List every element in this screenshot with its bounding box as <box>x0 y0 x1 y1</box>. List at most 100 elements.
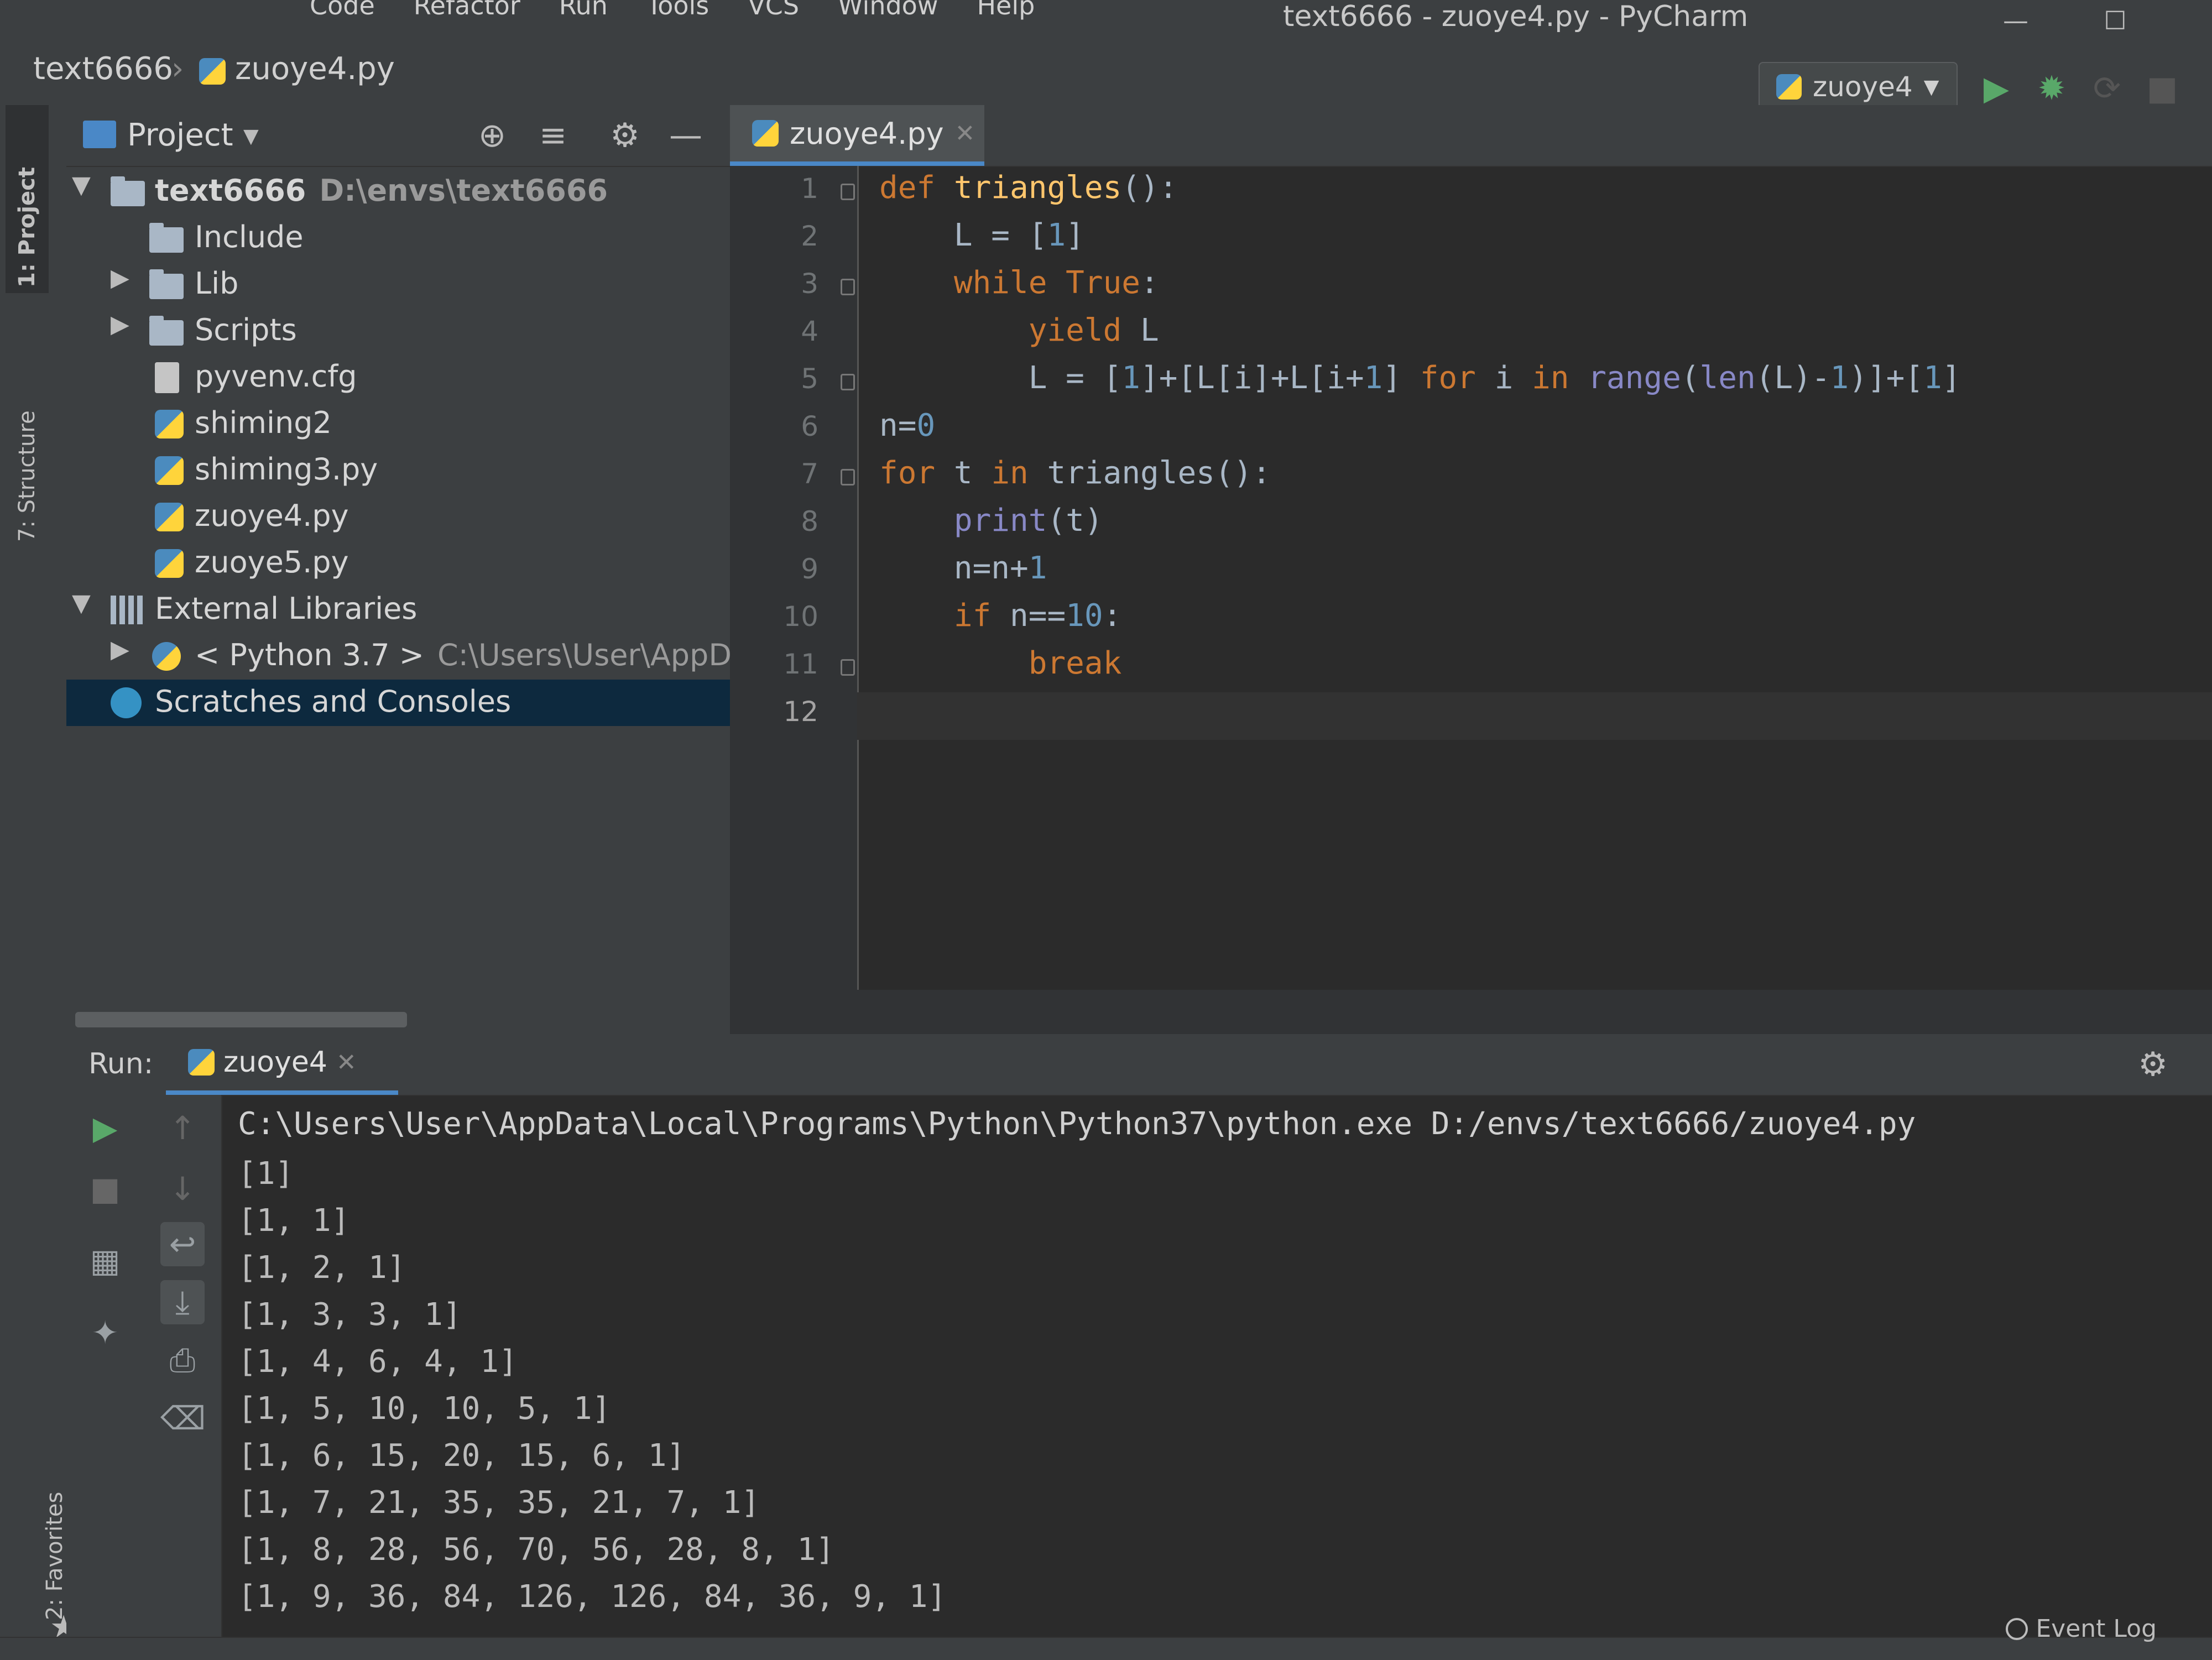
arrow-up-icon[interactable]: ↑ <box>160 1106 205 1150</box>
console-line: [1] <box>238 1156 294 1192</box>
python-icon <box>1776 74 1802 100</box>
collapse-all-icon[interactable]: ≡ <box>531 116 575 155</box>
tree-item-lib[interactable]: ▶ Lib <box>66 262 730 308</box>
tree-item-label: shiming2 <box>195 405 332 440</box>
tree-item-label: < Python 3.7 > <box>195 638 425 672</box>
event-log-button[interactable]: Event Log <box>2006 1615 2157 1643</box>
run-icon[interactable]: ▶ <box>1974 66 2018 111</box>
line-number: 12 <box>783 696 818 728</box>
tree-item-pyvenv-cfg[interactable]: pyvenv.cfg <box>66 354 730 401</box>
editor: zuoye4.py ✕ 1 2 3 4 5 6 7 8 9 10 11 12 d… <box>730 105 2212 1034</box>
tree-item-include[interactable]: Include <box>66 215 730 262</box>
navigation-bar: text6666 › zuoye4.py zuoye4 ▼ ▶ ✹ ⟳ ■ <box>0 39 2212 112</box>
project-view-icon <box>83 121 116 148</box>
stop-icon[interactable]: ■ <box>2140 66 2184 111</box>
menu-item-run[interactable]: Run <box>559 0 608 39</box>
tree-item-label: Scratches and Consoles <box>155 684 512 719</box>
fold-marker-icon[interactable] <box>841 659 855 676</box>
arrow-down-icon[interactable]: ↓ <box>160 1167 205 1211</box>
gear-icon[interactable]: ⚙ <box>2138 1045 2168 1084</box>
code-line: break <box>1028 645 1122 681</box>
chevron-down-icon: ▼ <box>1923 75 1939 98</box>
console-line: [1, 4, 6, 4, 1] <box>238 1344 518 1380</box>
close-icon[interactable]: ✕ <box>955 119 975 148</box>
menu-item-window[interactable]: Window <box>838 0 938 39</box>
tree-item-scripts[interactable]: ▶ Scripts <box>66 308 730 354</box>
layout-icon[interactable]: ▦ <box>83 1239 127 1283</box>
pin-icon[interactable]: ✦ <box>83 1311 127 1355</box>
console-line: [1, 9, 36, 84, 126, 126, 84, 36, 9, 1] <box>238 1579 947 1615</box>
tree-item-shiming2[interactable]: shiming2 <box>66 401 730 447</box>
run-tab-zuoye4[interactable]: zuoye4 ✕ <box>166 1034 398 1095</box>
chevron-down-icon[interactable]: ▼ <box>72 171 91 199</box>
chevron-down-icon[interactable]: ▼ <box>243 125 259 148</box>
debug-icon[interactable]: ✹ <box>2030 66 2074 111</box>
chevron-right-icon[interactable]: ▶ <box>111 635 129 664</box>
maximize-icon[interactable]: ☐ <box>2090 6 2140 39</box>
chevron-down-icon[interactable]: ▼ <box>72 589 91 617</box>
tree-item-zuoye4[interactable]: zuoye4.py <box>66 494 730 540</box>
python-file-icon <box>199 56 226 92</box>
close-icon[interactable]: ✕ <box>336 1048 357 1077</box>
tree-item-scratches[interactable]: Scratches and Consoles <box>66 680 730 726</box>
menu-item-refactor[interactable]: Refactor <box>414 0 520 39</box>
editor-tab-zuoye4[interactable]: zuoye4.py ✕ <box>730 105 984 166</box>
breadcrumb-file[interactable]: zuoye4.py <box>235 51 395 87</box>
project-view-title[interactable]: Project <box>127 117 233 153</box>
line-number: 9 <box>801 553 818 585</box>
event-log-label: Event Log <box>2036 1615 2157 1643</box>
horizontal-scrollbar[interactable] <box>75 1012 407 1027</box>
fold-marker-icon[interactable] <box>841 469 855 486</box>
code-line: for t in triangles(): <box>879 455 1271 491</box>
console-line: [1, 8, 28, 56, 70, 56, 28, 8, 1] <box>238 1532 834 1568</box>
console-line: [1, 3, 3, 1] <box>238 1297 462 1333</box>
tree-item-zuoye5[interactable]: zuoye5.py <box>66 540 730 587</box>
code-line: def triangles(): <box>879 170 1178 206</box>
run-toolbar-primary: ▶ ■ ▦ ✦ <box>66 1095 144 1637</box>
breadcrumb-project[interactable]: text6666 <box>33 51 173 87</box>
menu-item-vcs[interactable]: VCS <box>748 0 799 39</box>
tree-item-python37[interactable]: ▶ < Python 3.7 > C:\Users\User\AppData <box>66 633 780 680</box>
trash-icon[interactable]: ⌫ <box>160 1396 206 1440</box>
rerun-icon[interactable]: ▶ <box>83 1106 127 1150</box>
tree-item-shiming3[interactable]: shiming3.py <box>66 447 730 494</box>
tab-structure[interactable]: 7: Structure <box>6 304 49 547</box>
minimize-icon[interactable]: — <box>1991 6 2041 39</box>
scroll-to-end-icon[interactable]: ⤓ <box>160 1280 205 1324</box>
menu-item-tools[interactable]: Tools <box>646 0 709 39</box>
stop-icon[interactable]: ■ <box>83 1167 127 1211</box>
project-panel: Project ▼ ⊕ ≡ ⚙ — ▼ text6666 D:\envs\text… <box>66 105 780 1034</box>
code-area[interactable]: def triangles(): L = [1] while True: yie… <box>857 166 2212 990</box>
chevron-right-icon[interactable]: ▶ <box>111 310 129 338</box>
hide-icon[interactable]: — <box>664 116 708 155</box>
chevron-right-icon[interactable]: ▶ <box>111 264 129 292</box>
soft-wrap-icon[interactable]: ↩ <box>160 1222 205 1266</box>
fold-marker-icon[interactable] <box>841 279 855 295</box>
tree-item-text6666[interactable]: ▼ text6666 D:\envs\text6666 <box>66 169 730 215</box>
console-line: [1, 1] <box>238 1203 350 1239</box>
line-number: 11 <box>783 648 818 680</box>
fold-marker-icon[interactable] <box>841 374 855 390</box>
line-number: 8 <box>801 505 818 537</box>
python-file-icon <box>155 544 184 580</box>
gear-icon[interactable]: ⚙ <box>603 116 647 155</box>
console-command: C:\Users\User\AppData\Local\Programs\Pyt… <box>238 1106 1916 1142</box>
console-output[interactable]: C:\Users\User\AppData\Local\Programs\Pyt… <box>232 1106 2201 1626</box>
coverage-icon[interactable]: ⟳ <box>2085 66 2129 111</box>
tree-item-external-libraries[interactable]: ▼ External Libraries <box>66 587 730 633</box>
fold-marker-icon[interactable] <box>841 184 855 200</box>
locate-file-icon[interactable]: ⊕ <box>470 116 514 155</box>
python-file-icon <box>155 497 184 533</box>
code-line: yield L <box>1028 312 1159 348</box>
run-label: Run: <box>88 1047 154 1080</box>
line-number: 1 <box>801 173 818 205</box>
menu-item-help[interactable]: Help <box>977 0 1035 39</box>
print-icon[interactable]: ⎙ <box>160 1338 205 1382</box>
run-tab-label: zuoye4 <box>223 1046 327 1079</box>
tree-item-label: zuoye4.py <box>195 498 349 533</box>
menu-item-code[interactable]: Code <box>310 0 375 39</box>
editor-horizontal-scrollbar[interactable] <box>730 990 2212 1034</box>
tab-project[interactable]: 1: Project <box>6 105 49 293</box>
run-configuration-select[interactable]: zuoye4 ▼ <box>1759 62 1958 112</box>
line-number: 4 <box>801 315 818 347</box>
